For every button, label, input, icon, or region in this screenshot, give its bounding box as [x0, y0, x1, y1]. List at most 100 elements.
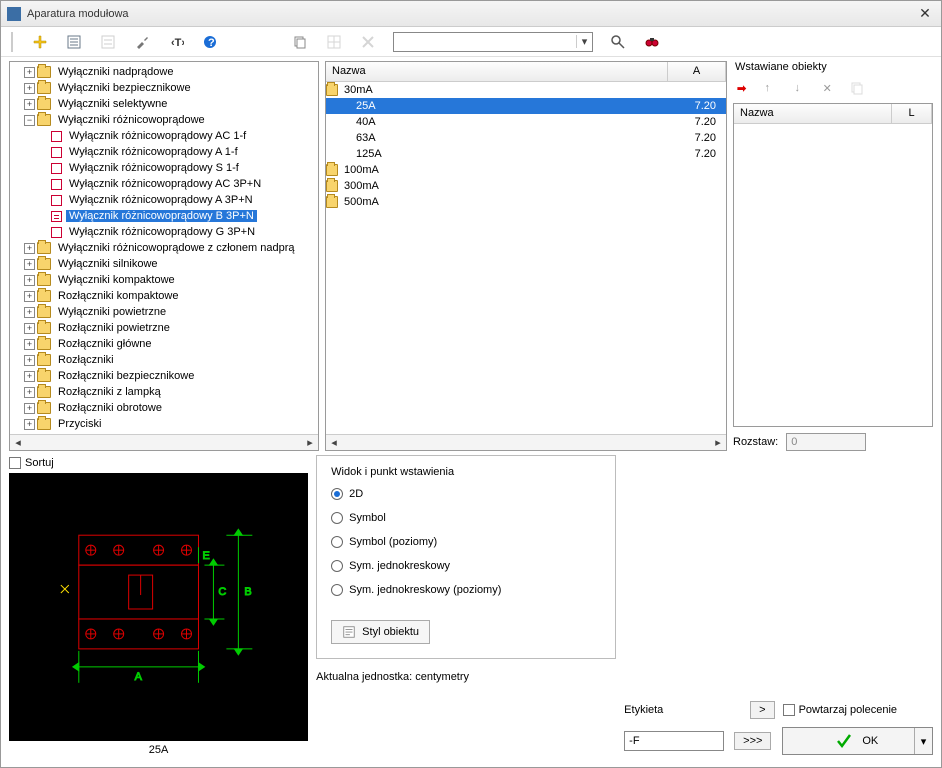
repeat-label: Powtarzaj polecenie — [799, 704, 897, 716]
expand-icon[interactable]: + — [24, 99, 35, 110]
tree-label: Wyłączniki kompaktowe — [55, 274, 178, 286]
list-hscroll[interactable]: ◂▸ — [326, 434, 726, 450]
tree-row[interactable]: +Wyłączniki selektywne — [10, 96, 318, 112]
etykieta-more-button[interactable]: >>> — [734, 732, 771, 750]
search-icon[interactable] — [609, 33, 627, 51]
col-name[interactable]: Nazwa — [326, 62, 668, 81]
tree-row[interactable]: +Wyłączniki różnicowoprądowe z członem n… — [10, 240, 318, 256]
item-list[interactable]: Nazwa A 30mA25A7.2040A7.2063A7.20125A7.2… — [325, 61, 727, 451]
list-group[interactable]: 100mA — [326, 162, 726, 178]
radio-2d[interactable] — [331, 488, 343, 500]
tree-label: Rozłączniki z lampką — [55, 386, 164, 398]
list-group[interactable]: 500mA — [326, 194, 726, 210]
folder-icon — [37, 402, 51, 414]
move-up-icon: ↑ — [758, 79, 776, 97]
expand-icon[interactable]: + — [24, 419, 35, 430]
properties-icon[interactable] — [65, 33, 83, 51]
tree-row[interactable]: + Wyłączniki kompaktowe — [10, 272, 318, 288]
tree-row[interactable]: −Wyłączniki różnicowoprądowe — [10, 112, 318, 128]
tree-row[interactable]: +Rozłączniki bezpiecznikowe — [10, 368, 318, 384]
repeat-checkbox[interactable] — [783, 704, 795, 716]
list-row[interactable]: 63A7.20 — [326, 130, 726, 146]
tree-row[interactable]: Wyłącznik różnicowoprądowy S 1-f — [10, 160, 318, 176]
folder-icon — [37, 418, 51, 430]
insert-col-l[interactable]: L — [892, 104, 932, 123]
expand-icon[interactable]: + — [24, 275, 35, 286]
binoculars-icon[interactable] — [643, 33, 661, 51]
svg-text:E: E — [202, 550, 209, 562]
etykieta-input[interactable] — [624, 731, 724, 751]
tools-icon[interactable] — [133, 33, 151, 51]
tree-row[interactable]: +Rozłączniki — [10, 352, 318, 368]
text-icon[interactable]: ‹T› — [167, 33, 185, 51]
tree-row[interactable]: +Rozłączniki obrotowe — [10, 400, 318, 416]
close-button[interactable]: ✕ — [915, 5, 935, 22]
search-dropdown[interactable]: ▾ — [393, 32, 593, 52]
list-group[interactable]: 30mA — [326, 82, 726, 98]
expand-icon[interactable]: + — [24, 355, 35, 366]
tree-row[interactable]: Wyłącznik różnicowoprądowy A 1-f — [10, 144, 318, 160]
expand-icon[interactable]: + — [24, 403, 35, 414]
insert-arrow-icon[interactable]: ➡ — [737, 82, 746, 95]
item-icon — [51, 211, 62, 222]
insert-col-name[interactable]: Nazwa — [734, 104, 892, 123]
help-icon[interactable]: ? — [201, 33, 219, 51]
expand-icon[interactable]: + — [24, 339, 35, 350]
tree-row[interactable]: +Wyłączniki powietrzne — [10, 304, 318, 320]
col-a[interactable]: A — [668, 62, 726, 81]
expand-icon[interactable]: + — [24, 259, 35, 270]
expand-icon — [38, 227, 49, 238]
expand-icon[interactable]: + — [24, 243, 35, 254]
preview-canvas: A B C E — [9, 473, 308, 741]
tree-row[interactable]: Wyłącznik różnicowoprądowy AC 3P+N — [10, 176, 318, 192]
tree-row[interactable]: +Wyłączniki silnikowe — [10, 256, 318, 272]
tree-label: Wyłączniki bezpiecznikowe — [55, 82, 194, 94]
tree-hscroll[interactable]: ◂▸ — [10, 434, 318, 450]
radio-sym1h[interactable] — [331, 584, 343, 596]
radio-sym1[interactable] — [331, 560, 343, 572]
tree-label: Wyłącznik różnicowoprądowy S 1-f — [66, 162, 242, 174]
list-row[interactable]: 125A7.20 — [326, 146, 726, 162]
list-row[interactable]: 25A7.20 — [326, 98, 726, 114]
radio-symbol-h[interactable] — [331, 536, 343, 548]
etykieta-label: Etykieta — [624, 704, 663, 716]
list-item-name: 25A — [342, 100, 668, 112]
item-icon — [51, 179, 62, 190]
add-icon[interactable] — [31, 33, 49, 51]
expand-icon[interactable]: + — [24, 67, 35, 78]
expand-icon[interactable]: + — [24, 291, 35, 302]
expand-icon[interactable]: + — [24, 83, 35, 94]
expand-icon[interactable]: + — [24, 307, 35, 318]
category-tree[interactable]: +Wyłączniki nadprądowe+Wyłączniki bezpie… — [9, 61, 319, 451]
tree-row[interactable]: + Wyłączniki bezpiecznikowe — [10, 80, 318, 96]
expand-icon[interactable]: + — [24, 387, 35, 398]
copy-icon[interactable] — [291, 33, 309, 51]
tree-row[interactable]: +Rozłączniki powietrzne — [10, 320, 318, 336]
list-item-value: 7.20 — [668, 100, 726, 112]
expand-icon — [38, 147, 49, 158]
list-row[interactable]: 40A7.20 — [326, 114, 726, 130]
ok-button[interactable]: OK ▾ — [782, 727, 933, 755]
tree-row[interactable]: Wyłącznik różnicowoprądowy B 3P+N — [10, 208, 318, 224]
tree-row[interactable]: +Rozłączniki główne — [10, 336, 318, 352]
expand-icon[interactable]: + — [24, 371, 35, 382]
list-group[interactable]: 300mA — [326, 178, 726, 194]
tree-row[interactable]: +Wyłączniki nadprądowe — [10, 64, 318, 80]
expand-icon[interactable]: + — [24, 323, 35, 334]
list-item-value: 7.20 — [668, 132, 726, 144]
tree-row[interactable]: + Rozłączniki z lampką — [10, 384, 318, 400]
etykieta-gt-button[interactable]: > — [750, 701, 774, 719]
insert-list[interactable]: Nazwa L — [733, 103, 933, 427]
sort-checkbox[interactable] — [9, 457, 21, 469]
expand-icon[interactable]: − — [24, 115, 35, 126]
tree-row[interactable]: Wyłącznik różnicowoprądowy A 3P+N — [10, 192, 318, 208]
tree-row[interactable]: +Przyciski — [10, 416, 318, 432]
tree-row[interactable]: Wyłącznik różnicowoprądowy AC 1-f — [10, 128, 318, 144]
tree-row[interactable]: Wyłącznik różnicowoprądowy G 3P+N — [10, 224, 318, 240]
tree-row[interactable]: +Rozłączniki kompaktowe — [10, 288, 318, 304]
radio-symbol[interactable] — [331, 512, 343, 524]
ok-dropdown[interactable]: ▾ — [914, 728, 932, 754]
sort-label: Sortuj — [25, 457, 54, 469]
chevron-down-icon[interactable]: ▾ — [576, 35, 592, 48]
style-button[interactable]: Styl obiektu — [331, 620, 430, 644]
